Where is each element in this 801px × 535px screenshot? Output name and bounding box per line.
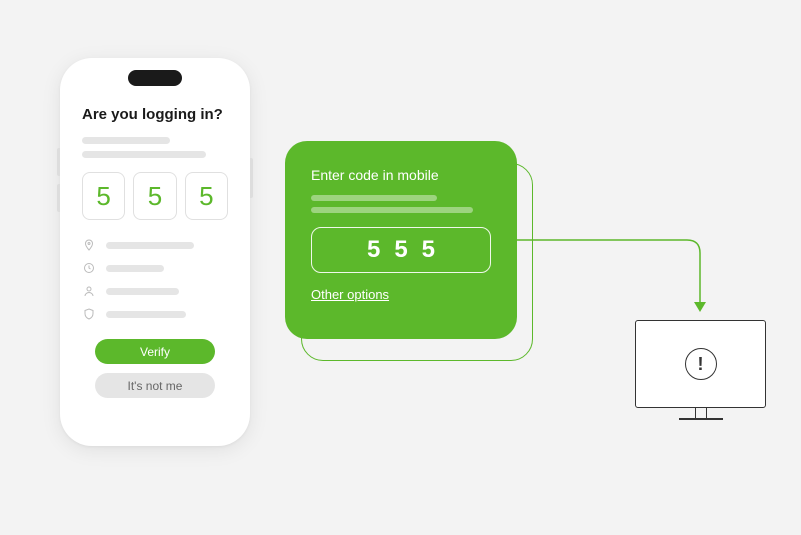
code-digit: 5 — [185, 172, 228, 220]
monitor-screen: ! — [635, 320, 766, 408]
phone-side-buttons — [57, 148, 60, 176]
card-code-display: 5 5 5 — [311, 227, 491, 273]
desktop-monitor: ! — [635, 320, 766, 420]
login-prompt-title: Are you logging in? — [82, 106, 228, 123]
skeleton-line — [311, 195, 437, 201]
code-digit: 5 — [82, 172, 125, 220]
alert-icon: ! — [685, 348, 717, 380]
location-icon — [82, 238, 96, 252]
other-options-link[interactable]: Other options — [311, 287, 389, 302]
monitor-stand — [695, 408, 707, 418]
detail-row — [82, 238, 228, 252]
card-title: Enter code in mobile — [311, 167, 491, 183]
detail-row — [82, 284, 228, 298]
phone-mockup: Are you logging in? 5 5 5 — [60, 58, 250, 446]
not-me-button[interactable]: It's not me — [95, 373, 215, 398]
skeleton-line — [106, 288, 179, 295]
verify-button[interactable]: Verify — [95, 339, 215, 364]
phone-power-button — [250, 158, 253, 198]
clock-icon — [82, 261, 96, 275]
detail-row — [82, 261, 228, 275]
code-digit: 5 — [133, 172, 176, 220]
phone-screen-content: Are you logging in? 5 5 5 — [60, 58, 250, 416]
phone-notch — [128, 70, 182, 86]
connector-arrow — [517, 200, 717, 325]
code-digit: 5 — [394, 236, 407, 264]
skeleton-line — [82, 151, 206, 158]
detail-row — [82, 307, 228, 321]
skeleton-line — [82, 137, 170, 144]
shield-icon — [82, 307, 96, 321]
monitor-base — [679, 418, 723, 420]
skeleton-line — [106, 265, 164, 272]
person-icon — [82, 284, 96, 298]
code-digit: 5 — [367, 236, 380, 264]
skeleton-line — [311, 207, 473, 213]
skeleton-line — [106, 242, 194, 249]
verification-code-display: 5 5 5 — [82, 172, 228, 220]
skeleton-line — [106, 311, 186, 318]
desktop-code-card: Enter code in mobile 5 5 5 Other options — [285, 141, 517, 339]
code-digit: 5 — [422, 236, 435, 264]
